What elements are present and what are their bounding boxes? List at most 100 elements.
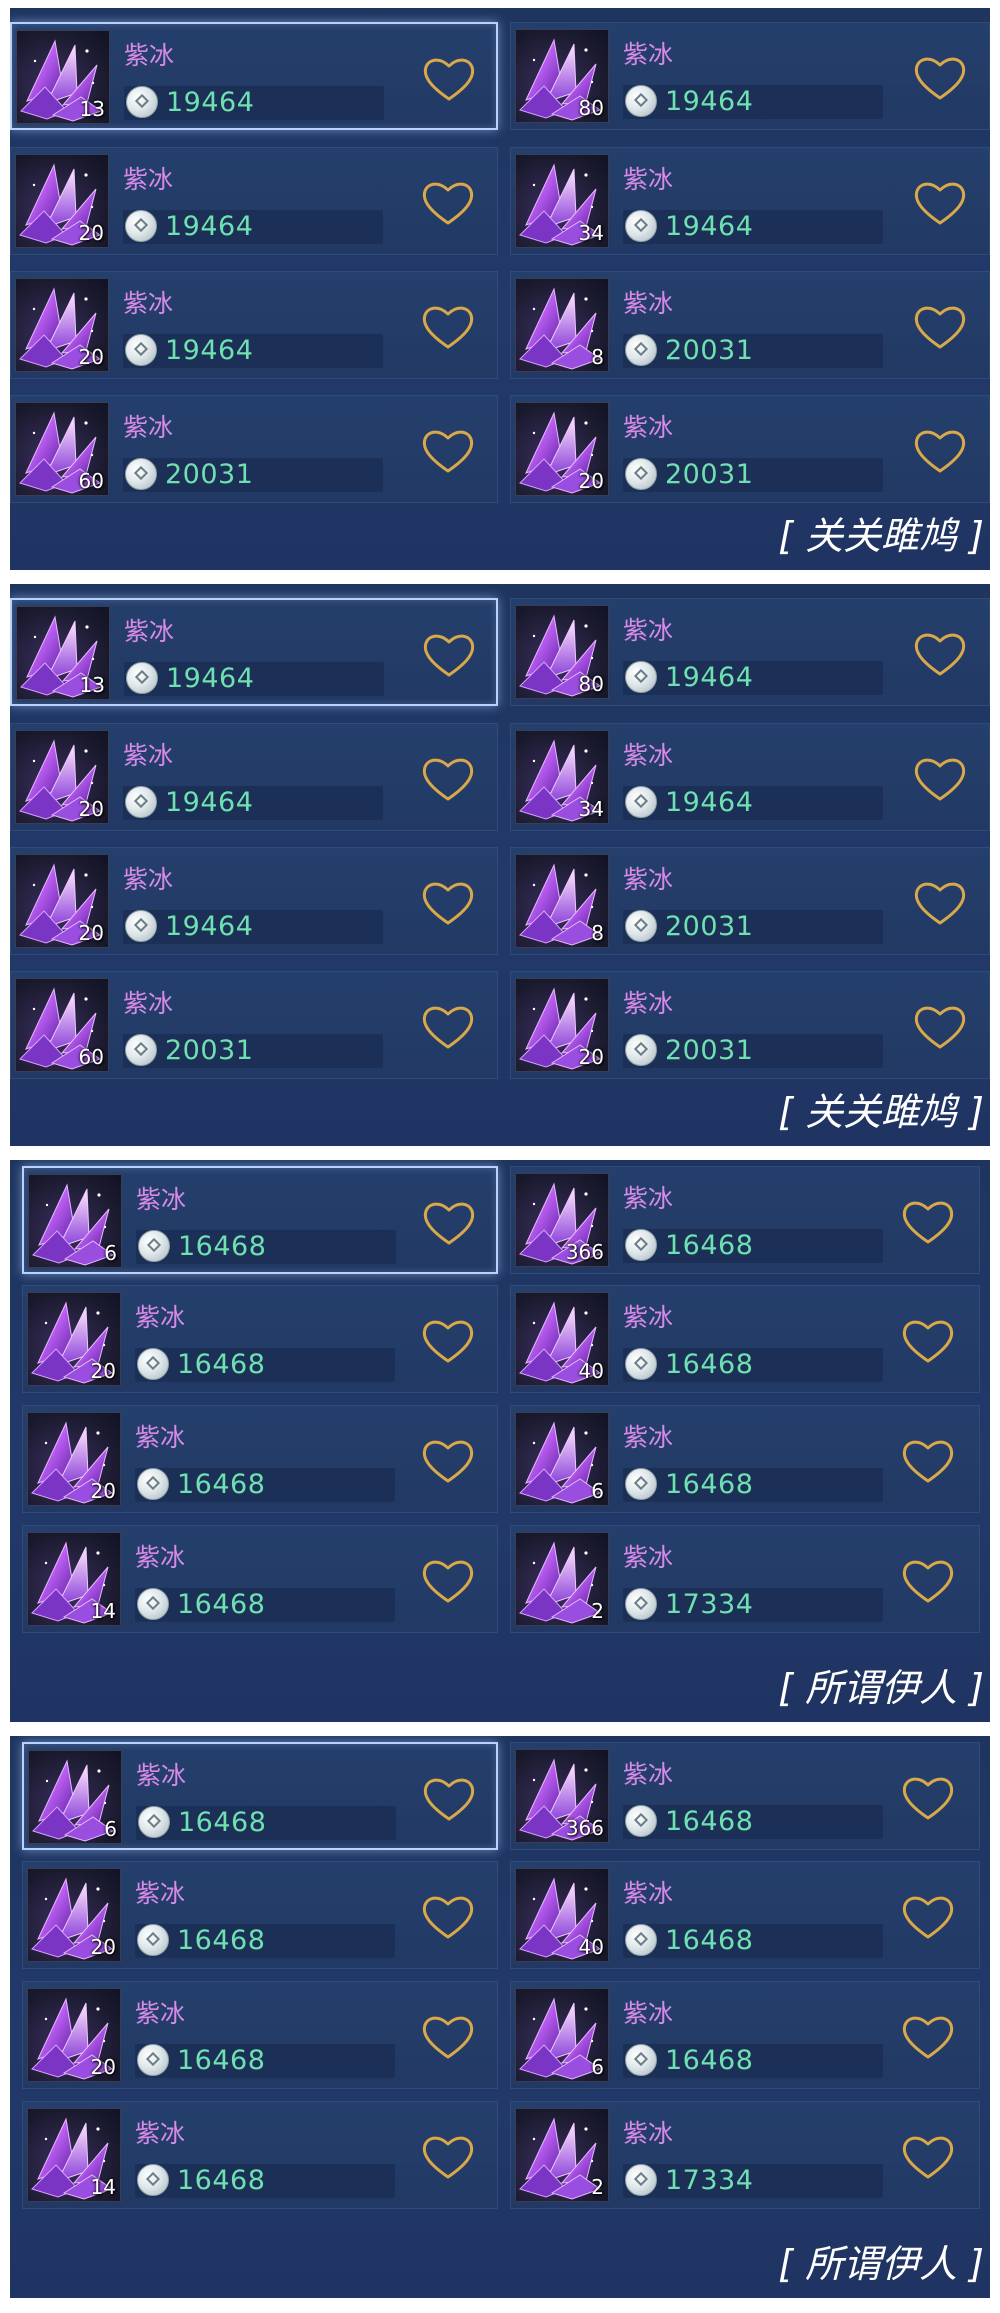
item-listing-card[interactable]: 34 紫冰 19464 xyxy=(510,723,990,831)
heart-outline-icon[interactable] xyxy=(899,1773,957,1823)
price-bar: 19464 xyxy=(623,661,883,695)
heart-outline-icon[interactable] xyxy=(899,1892,957,1942)
item-listing-card[interactable]: 60 紫冰 20031 xyxy=(10,395,498,503)
heart-outline-icon[interactable] xyxy=(911,178,969,228)
item-listing-card[interactable]: 366 紫冰 16468 xyxy=(510,1742,980,1850)
item-quantity: 80 xyxy=(578,96,604,120)
item-listing-card[interactable]: 20 紫冰 20031 xyxy=(510,971,990,1079)
item-listing-card[interactable]: 60 紫冰 20031 xyxy=(10,971,498,1079)
item-listing-card[interactable]: 80 紫冰 19464 xyxy=(510,598,990,706)
heart-outline-icon[interactable] xyxy=(911,878,969,928)
heart-outline-icon[interactable] xyxy=(899,1436,957,1486)
heart-outline-icon[interactable] xyxy=(911,53,969,103)
item-listing-card[interactable]: 2 紫冰 17334 xyxy=(510,2101,980,2209)
heart-outline-icon[interactable] xyxy=(419,178,477,228)
item-listing-card[interactable]: 366 紫冰 16468 xyxy=(510,1166,980,1274)
item-listing-card[interactable]: 6 紫冰 16468 xyxy=(22,1742,498,1850)
silver-coin-icon xyxy=(125,458,157,490)
price-bar: 20031 xyxy=(123,458,383,492)
silver-coin-icon xyxy=(625,1034,657,1066)
item-quantity: 60 xyxy=(78,469,104,493)
item-listing-card[interactable]: 20 紫冰 19464 xyxy=(10,147,498,255)
item-quantity: 6 xyxy=(591,1479,604,1503)
heart-outline-icon[interactable] xyxy=(911,754,969,804)
heart-outline-icon[interactable] xyxy=(420,1774,478,1824)
silver-coin-icon xyxy=(625,1805,657,1837)
purple-crystal-icon: 20 xyxy=(27,1868,121,1962)
item-name: 紫冰 xyxy=(623,413,674,442)
heart-outline-icon[interactable] xyxy=(420,630,478,680)
heart-outline-icon[interactable] xyxy=(419,2012,477,2062)
heart-outline-icon[interactable] xyxy=(419,754,477,804)
heart-outline-icon[interactable] xyxy=(419,1436,477,1486)
item-name: 紫冰 xyxy=(135,1423,186,1452)
item-listing-card[interactable]: 6 紫冰 16468 xyxy=(510,1981,980,2089)
heart-outline-icon[interactable] xyxy=(899,1556,957,1606)
silver-coin-icon xyxy=(126,86,158,118)
heart-outline-icon[interactable] xyxy=(419,2132,477,2182)
item-listing-card[interactable]: 13 紫冰 19464 xyxy=(10,22,498,130)
item-name: 紫冰 xyxy=(623,1184,674,1213)
item-listing-card[interactable]: 20 紫冰 19464 xyxy=(10,723,498,831)
purple-crystal-icon: 13 xyxy=(16,30,110,124)
item-listing-card[interactable]: 8 紫冰 20031 xyxy=(510,847,990,955)
item-listing-card[interactable]: 20 紫冰 19464 xyxy=(10,847,498,955)
heart-outline-icon[interactable] xyxy=(911,1002,969,1052)
item-listing-card[interactable]: 40 紫冰 16468 xyxy=(510,1861,980,1969)
silver-coin-icon xyxy=(137,1348,169,1380)
heart-outline-icon[interactable] xyxy=(911,629,969,679)
item-name: 紫冰 xyxy=(623,289,674,318)
heart-outline-icon[interactable] xyxy=(419,302,477,352)
heart-outline-icon[interactable] xyxy=(899,1316,957,1366)
item-listing-card[interactable]: 14 紫冰 16468 xyxy=(22,1525,498,1633)
heart-outline-icon[interactable] xyxy=(899,2012,957,2062)
item-price: 16468 xyxy=(177,2045,266,2076)
item-listing-card[interactable]: 13 紫冰 19464 xyxy=(10,598,498,706)
item-price: 19464 xyxy=(665,211,754,242)
item-listing-card[interactable]: 20 紫冰 16468 xyxy=(22,1405,498,1513)
heart-outline-icon[interactable] xyxy=(420,1198,478,1248)
price-bar: 16468 xyxy=(623,1924,883,1958)
item-listing-card[interactable]: 20 紫冰 16468 xyxy=(22,1285,498,1393)
item-name: 紫冰 xyxy=(135,1543,186,1572)
item-listing-card[interactable]: 20 紫冰 16468 xyxy=(22,1861,498,1969)
item-listing-card[interactable]: 2 紫冰 17334 xyxy=(510,1525,980,1633)
item-price: 16468 xyxy=(665,1349,754,1380)
heart-outline-icon[interactable] xyxy=(419,1316,477,1366)
item-listing-card[interactable]: 14 紫冰 16468 xyxy=(22,2101,498,2209)
heart-outline-icon[interactable] xyxy=(899,2132,957,2182)
item-name: 紫冰 xyxy=(623,1303,674,1332)
item-listing-card[interactable]: 20 紫冰 20031 xyxy=(510,395,990,503)
silver-coin-icon xyxy=(126,662,158,694)
item-name: 紫冰 xyxy=(135,2119,186,2148)
heart-outline-icon[interactable] xyxy=(899,1197,957,1247)
item-price: 16468 xyxy=(177,1349,266,1380)
price-bar: 19464 xyxy=(123,910,383,944)
item-listing-card[interactable]: 8 紫冰 20031 xyxy=(510,271,990,379)
item-name: 紫冰 xyxy=(124,617,175,646)
heart-outline-icon[interactable] xyxy=(911,426,969,476)
purple-crystal-icon: 20 xyxy=(515,978,609,1072)
item-listing-card[interactable]: 34 紫冰 19464 xyxy=(510,147,990,255)
heart-outline-icon[interactable] xyxy=(419,426,477,476)
item-name: 紫冰 xyxy=(136,1761,187,1790)
item-listing-card[interactable]: 20 紫冰 19464 xyxy=(10,271,498,379)
item-listing-card[interactable]: 6 紫冰 16468 xyxy=(510,1405,980,1513)
item-listing-card[interactable]: 80 紫冰 19464 xyxy=(510,22,990,130)
item-quantity: 14 xyxy=(90,1599,116,1623)
item-quantity: 6 xyxy=(104,1817,117,1841)
item-price: 19464 xyxy=(165,335,254,366)
item-listing-card[interactable]: 6 紫冰 16468 xyxy=(22,1166,498,1274)
item-price: 19464 xyxy=(665,86,754,117)
heart-outline-icon[interactable] xyxy=(419,1556,477,1606)
silver-coin-icon xyxy=(625,1468,657,1500)
price-bar: 20031 xyxy=(623,334,883,368)
item-price: 16468 xyxy=(178,1807,267,1838)
item-listing-card[interactable]: 20 紫冰 16468 xyxy=(22,1981,498,2089)
heart-outline-icon[interactable] xyxy=(911,302,969,352)
heart-outline-icon[interactable] xyxy=(419,1892,477,1942)
heart-outline-icon[interactable] xyxy=(419,1002,477,1052)
heart-outline-icon[interactable] xyxy=(419,878,477,928)
item-listing-card[interactable]: 40 紫冰 16468 xyxy=(510,1285,980,1393)
heart-outline-icon[interactable] xyxy=(420,54,478,104)
